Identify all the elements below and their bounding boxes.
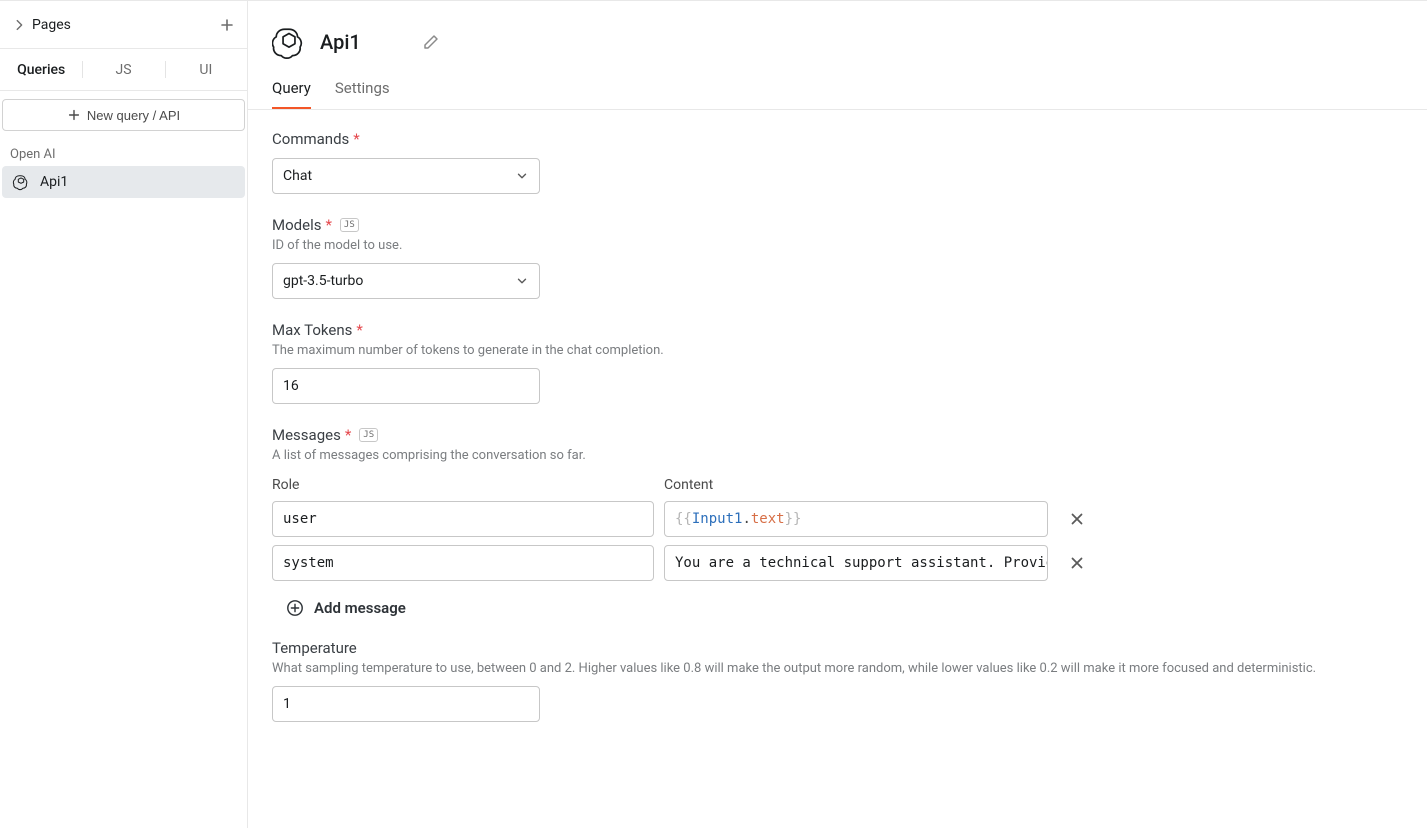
add-message-button[interactable]: Add message: [286, 599, 1403, 617]
pages-label[interactable]: Pages: [32, 17, 71, 33]
models-value: gpt-3.5-turbo: [283, 273, 363, 289]
required-asterisk: *: [353, 130, 359, 148]
commands-select[interactable]: Chat: [272, 158, 540, 194]
message-role-input[interactable]: system: [272, 545, 654, 581]
openai-icon: [12, 173, 30, 191]
required-asterisk: *: [356, 321, 362, 339]
max-tokens-value: 16: [283, 378, 299, 394]
main-tab-settings-label: Settings: [335, 79, 390, 97]
commands-value: Chat: [283, 168, 312, 184]
section-openai-label: Open AI: [0, 139, 247, 166]
messages-col-content: Content: [664, 477, 1048, 493]
js-badge: JS: [340, 218, 359, 232]
main-tab-query[interactable]: Query: [272, 79, 311, 109]
messages-label: Messages* JS: [272, 426, 1403, 444]
delete-row-icon[interactable]: [1068, 554, 1086, 572]
tab-queries[interactable]: Queries: [0, 49, 82, 90]
message-content-input[interactable]: {{Input1.text}}: [664, 501, 1048, 537]
temperature-value: 1: [283, 696, 291, 712]
new-query-button[interactable]: New query / API: [2, 99, 245, 131]
tab-js-label: JS: [115, 62, 131, 78]
main-tab-settings[interactable]: Settings: [335, 79, 390, 109]
js-badge: JS: [359, 428, 378, 442]
tab-queries-label: Queries: [17, 62, 65, 78]
max-tokens-group: Max Tokens* The maximum number of tokens…: [272, 321, 1403, 404]
add-page-icon[interactable]: [219, 17, 235, 33]
temperature-input[interactable]: 1: [272, 686, 540, 722]
message-role-input[interactable]: user: [272, 501, 654, 537]
tab-js[interactable]: JS: [82, 49, 164, 90]
models-group: Models* JS ID of the model to use. gpt-3…: [272, 216, 1403, 299]
message-row: system You are a technical support assis…: [272, 545, 1403, 581]
messages-columns: Role Content: [272, 477, 1403, 493]
main-panel: Api1 Query Settings Commands* Chat M: [248, 1, 1427, 828]
main-tabs: Query Settings: [248, 69, 1427, 110]
delete-row-icon[interactable]: [1068, 510, 1086, 528]
required-asterisk: *: [325, 216, 331, 234]
message-role-value: user: [283, 511, 317, 527]
commands-group: Commands* Chat: [272, 130, 1403, 194]
add-message-label: Add message: [314, 599, 406, 617]
max-tokens-input[interactable]: 16: [272, 368, 540, 404]
message-content-value: You are a technical support assistant. P…: [675, 555, 1048, 571]
messages-col-role: Role: [272, 477, 654, 493]
main-header: Api1: [248, 1, 1427, 69]
query-item-label: Api1: [40, 174, 68, 190]
max-tokens-hint: The maximum number of tokens to generate…: [272, 343, 1403, 358]
sidebar-pages-header: Pages: [0, 1, 247, 49]
query-form: Commands* Chat Models* JS ID of the mode…: [248, 110, 1427, 764]
sidebar: Pages Queries JS UI New query / API Open…: [0, 1, 248, 828]
plus-icon: [67, 108, 81, 122]
message-content-input[interactable]: You are a technical support assistant. P…: [664, 545, 1048, 581]
main-tab-query-label: Query: [272, 79, 311, 97]
chevron-right-icon[interactable]: [12, 18, 26, 32]
new-query-label: New query / API: [87, 108, 180, 123]
edit-icon[interactable]: [423, 34, 439, 50]
openai-logo-icon: [272, 25, 306, 59]
message-role-value: system: [283, 555, 334, 571]
query-item-api1[interactable]: Api1: [2, 166, 245, 198]
tab-ui-label: UI: [199, 62, 212, 78]
temperature-group: Temperature What sampling temperature to…: [272, 639, 1403, 722]
message-row: user {{Input1.text}}: [272, 501, 1403, 537]
messages-hint: A list of messages comprising the conver…: [272, 448, 1403, 463]
required-asterisk: *: [345, 426, 351, 444]
temperature-hint: What sampling temperature to use, betwee…: [272, 661, 1403, 676]
models-select[interactable]: gpt-3.5-turbo: [272, 263, 540, 299]
chevron-down-icon: [515, 274, 529, 288]
chevron-down-icon: [515, 169, 529, 183]
sidebar-tabs: Queries JS UI: [0, 49, 247, 91]
commands-label: Commands*: [272, 130, 1403, 148]
messages-group: Messages* JS A list of messages comprisi…: [272, 426, 1403, 617]
models-hint: ID of the model to use.: [272, 238, 1403, 253]
temperature-label: Temperature: [272, 639, 1403, 657]
page-title: Api1: [320, 30, 361, 54]
max-tokens-label: Max Tokens*: [272, 321, 1403, 339]
tab-ui[interactable]: UI: [165, 49, 247, 90]
models-label: Models* JS: [272, 216, 1403, 234]
plus-circle-icon: [286, 599, 304, 617]
